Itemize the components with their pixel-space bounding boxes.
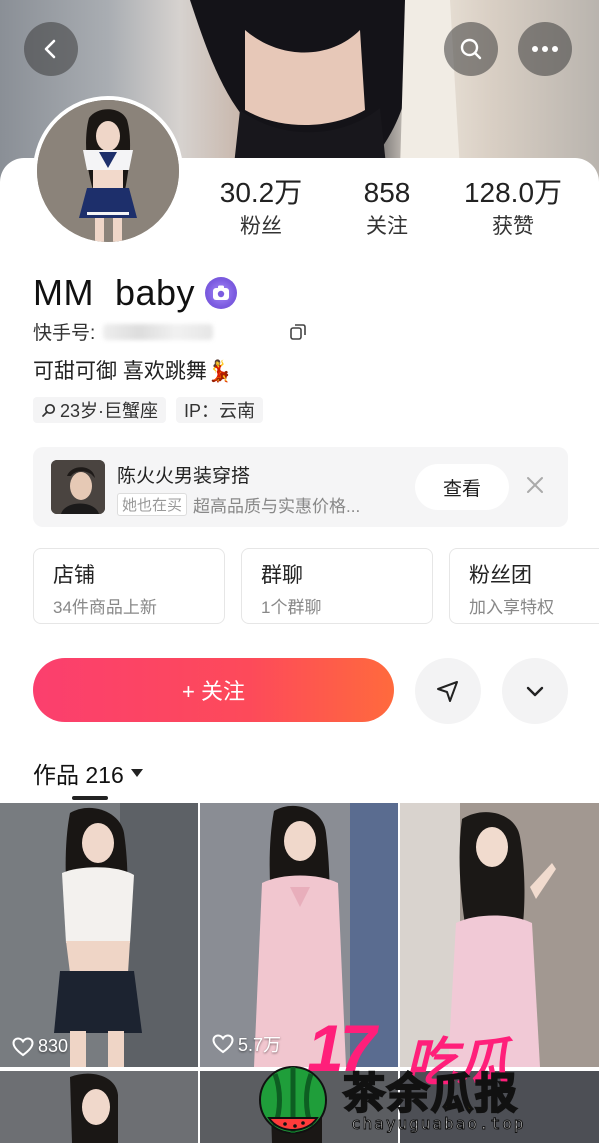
stat-label: 粉丝 (240, 215, 282, 238)
back-button[interactable] (24, 22, 78, 76)
more-button[interactable] (518, 22, 572, 76)
view-button[interactable]: 查看 (415, 464, 509, 510)
heart-icon (12, 1036, 34, 1056)
id-value-blurred (103, 323, 214, 340)
work-likes-count: 830 (38, 1036, 69, 1056)
card-subtitle: 34件商品上新 (53, 598, 157, 617)
banner-subtitle: 超高品质与实惠价格... (193, 497, 361, 516)
group-chat-card[interactable]: 群聊 1个群聊 (241, 548, 433, 624)
banner-pill: 她也在买 (117, 493, 188, 516)
close-icon[interactable] (525, 475, 545, 495)
heart-icon (212, 1034, 234, 1054)
stat-value: 128.0万 (463, 177, 563, 208)
stat-value: 858 (363, 177, 411, 208)
caret-down-icon (130, 769, 143, 777)
avatar-photo (37, 100, 179, 242)
shop-card[interactable]: 店铺 34件商品上新 (33, 548, 225, 624)
card-title: 粉丝团 (469, 564, 532, 587)
tag-age-zodiac: 23岁·巨蟹座 (33, 397, 167, 423)
stat-fans[interactable]: 30.2万 粉丝 (214, 175, 308, 243)
works-tab-indicator (72, 796, 108, 800)
verified-camera-badge-icon[interactable] (205, 277, 238, 309)
work-thumbnail[interactable]: 830 (0, 803, 198, 1067)
card-subtitle: 1个群聊 (261, 598, 322, 617)
stat-following[interactable]: 858 关注 (350, 175, 424, 243)
banner-subtitle-row: 她也在买 超高品质与实惠价格... (117, 492, 360, 517)
camera-glyph (213, 285, 230, 300)
search-button[interactable] (444, 22, 498, 76)
stat-value: 30.2万 (219, 177, 303, 208)
cover-figure (190, 0, 460, 170)
follow-button[interactable]: + 关注 (33, 658, 394, 722)
banner-thumbnail-art (51, 460, 105, 514)
tag-ip-location: IP：云南 (176, 397, 264, 423)
tag-label: 23岁·巨蟹座 (60, 401, 159, 421)
id-label: 快手号: (33, 323, 96, 344)
more-horizontal-icon (532, 46, 558, 52)
watermark-text-main: 茶余瓜报 (342, 1069, 520, 1118)
shop-recommend-banner[interactable]: 陈火火男装穿搭 她也在买 超高品质与实惠价格... 查看 (33, 447, 568, 527)
watermark: 17 吃瓜 茶余瓜报 chayuguabao.top (255, 1010, 599, 1143)
male-gender-icon (42, 403, 56, 417)
avatar[interactable] (33, 96, 183, 246)
send-message-button[interactable] (415, 658, 481, 724)
profile-tags: 23岁·巨蟹座 IP：云南 (33, 397, 264, 423)
card-title: 店铺 (53, 564, 95, 587)
work-likes: 830 (12, 1036, 68, 1057)
send-icon (437, 681, 458, 702)
profile-name-row: MM baby (33, 268, 238, 318)
stat-label: 获赞 (492, 215, 534, 238)
search-icon (460, 38, 482, 60)
profile-name: MM baby (33, 272, 196, 313)
copy-icon[interactable] (289, 323, 307, 341)
fan-club-card[interactable]: 粉丝团 加入享特权 (449, 548, 599, 624)
banner-title: 陈火火男装穿搭 (117, 466, 251, 487)
card-title: 群聊 (261, 564, 303, 587)
work-image (0, 803, 198, 1067)
kuaishou-id-row: 快手号: (33, 318, 307, 345)
tag-label: IP：云南 (184, 401, 256, 421)
chevron-left-icon (44, 39, 56, 59)
chevron-down-icon (526, 686, 544, 697)
work-thumbnail[interactable] (0, 1071, 198, 1143)
stat-label: 关注 (366, 215, 408, 238)
watermark-url: chayuguabao.top (351, 1114, 526, 1134)
stat-likes[interactable]: 128.0万 获赞 (456, 175, 570, 243)
work-image (0, 1071, 198, 1143)
profile-bio: 可甜可御 喜欢跳舞💃 (33, 360, 233, 383)
watermelon-logo-icon (259, 1066, 327, 1134)
works-label: 作品 216 (33, 762, 124, 788)
works-tab[interactable]: 作品 216 (33, 756, 144, 790)
banner-thumbnail (51, 460, 105, 514)
expand-button[interactable] (502, 658, 568, 724)
card-subtitle: 加入享特权 (469, 598, 554, 617)
